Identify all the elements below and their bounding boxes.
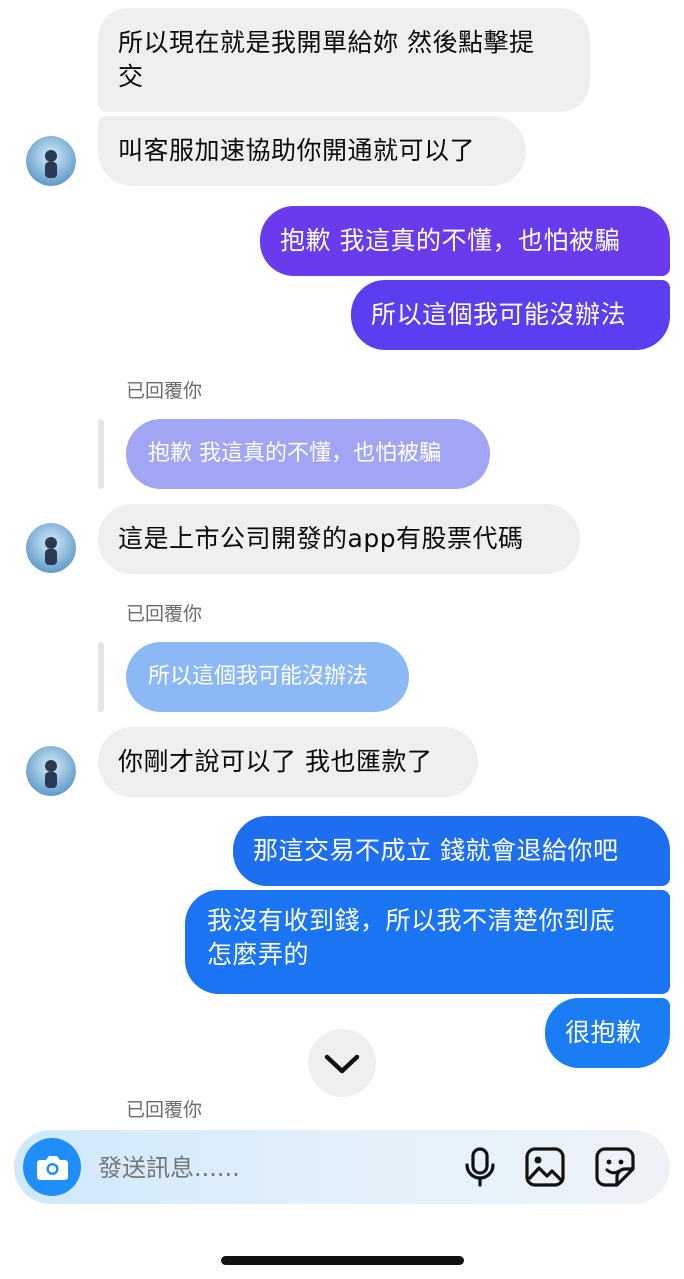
message-text: 那這交易不成立 錢就會退給你吧: [253, 836, 619, 865]
microphone-icon: [465, 1147, 495, 1187]
outgoing-message[interactable]: 抱歉 我這真的不懂，也怕被騙: [260, 206, 670, 276]
message-text: 抱歉 我這真的不懂，也怕被騙: [280, 226, 620, 255]
avatar[interactable]: [26, 523, 76, 573]
outgoing-message[interactable]: 那這交易不成立 錢就會退給你吧: [233, 816, 670, 886]
message-text: 叫客服加速協助你開通就可以了: [118, 136, 476, 165]
message-text: 你剛才說可以了 我也匯款了: [118, 747, 433, 776]
sticker-icon: [595, 1147, 635, 1187]
reply-label: 已回覆你: [126, 603, 203, 625]
incoming-message[interactable]: 你剛才說可以了 我也匯款了: [98, 727, 478, 797]
message-text: 所以這個我可能沒辦法: [371, 300, 627, 329]
message-text: 所以現在就是我開單給妳 然後點擊提: [118, 28, 535, 57]
message-composer: [14, 1130, 670, 1204]
quoted-text: 所以這個我可能沒辦法: [148, 664, 369, 689]
message-text: 很抱歉: [565, 1018, 642, 1047]
incoming-message[interactable]: 這是上市公司開發的app有股票代碼: [98, 504, 580, 574]
message-text: 交: [118, 62, 144, 91]
camera-icon: [37, 1156, 68, 1180]
avatar[interactable]: [26, 136, 76, 186]
message-text: 怎麼弄的: [207, 940, 310, 969]
quoted-text: 抱歉 我這真的不懂，也怕被騙: [148, 441, 441, 466]
message-text: 這是上市公司開發的app有股票代碼: [118, 524, 524, 553]
home-indicator[interactable]: [221, 1256, 464, 1265]
incoming-message[interactable]: 所以現在就是我開單給妳 然後點擊提 交: [98, 8, 590, 112]
quoted-message[interactable]: 所以這個我可能沒辦法: [126, 642, 409, 712]
chevron-down-icon: [324, 1054, 360, 1074]
camera-button[interactable]: [23, 1138, 81, 1196]
outgoing-message[interactable]: 我沒有收到錢，所以我不清楚你到底 怎麼弄的: [185, 890, 670, 994]
message-input[interactable]: [96, 1147, 440, 1189]
voice-button[interactable]: [458, 1145, 502, 1189]
reply-label: 已回覆你: [126, 380, 203, 402]
sticker-button[interactable]: [593, 1145, 637, 1189]
reply-quote-bar: [98, 419, 104, 489]
reply-label: 已回覆你: [126, 1099, 203, 1121]
outgoing-message[interactable]: 很抱歉: [545, 998, 670, 1068]
gallery-button[interactable]: [523, 1145, 567, 1189]
incoming-message[interactable]: 叫客服加速協助你開通就可以了: [98, 116, 526, 186]
image-icon: [525, 1147, 565, 1187]
avatar[interactable]: [26, 746, 76, 796]
scroll-down-button[interactable]: [308, 1029, 376, 1097]
outgoing-message[interactable]: 所以這個我可能沒辦法: [351, 280, 670, 350]
quoted-message[interactable]: 抱歉 我這真的不懂，也怕被騙: [126, 419, 490, 489]
message-text: 我沒有收到錢，所以我不清楚你到底: [207, 906, 616, 935]
reply-quote-bar: [98, 642, 104, 712]
